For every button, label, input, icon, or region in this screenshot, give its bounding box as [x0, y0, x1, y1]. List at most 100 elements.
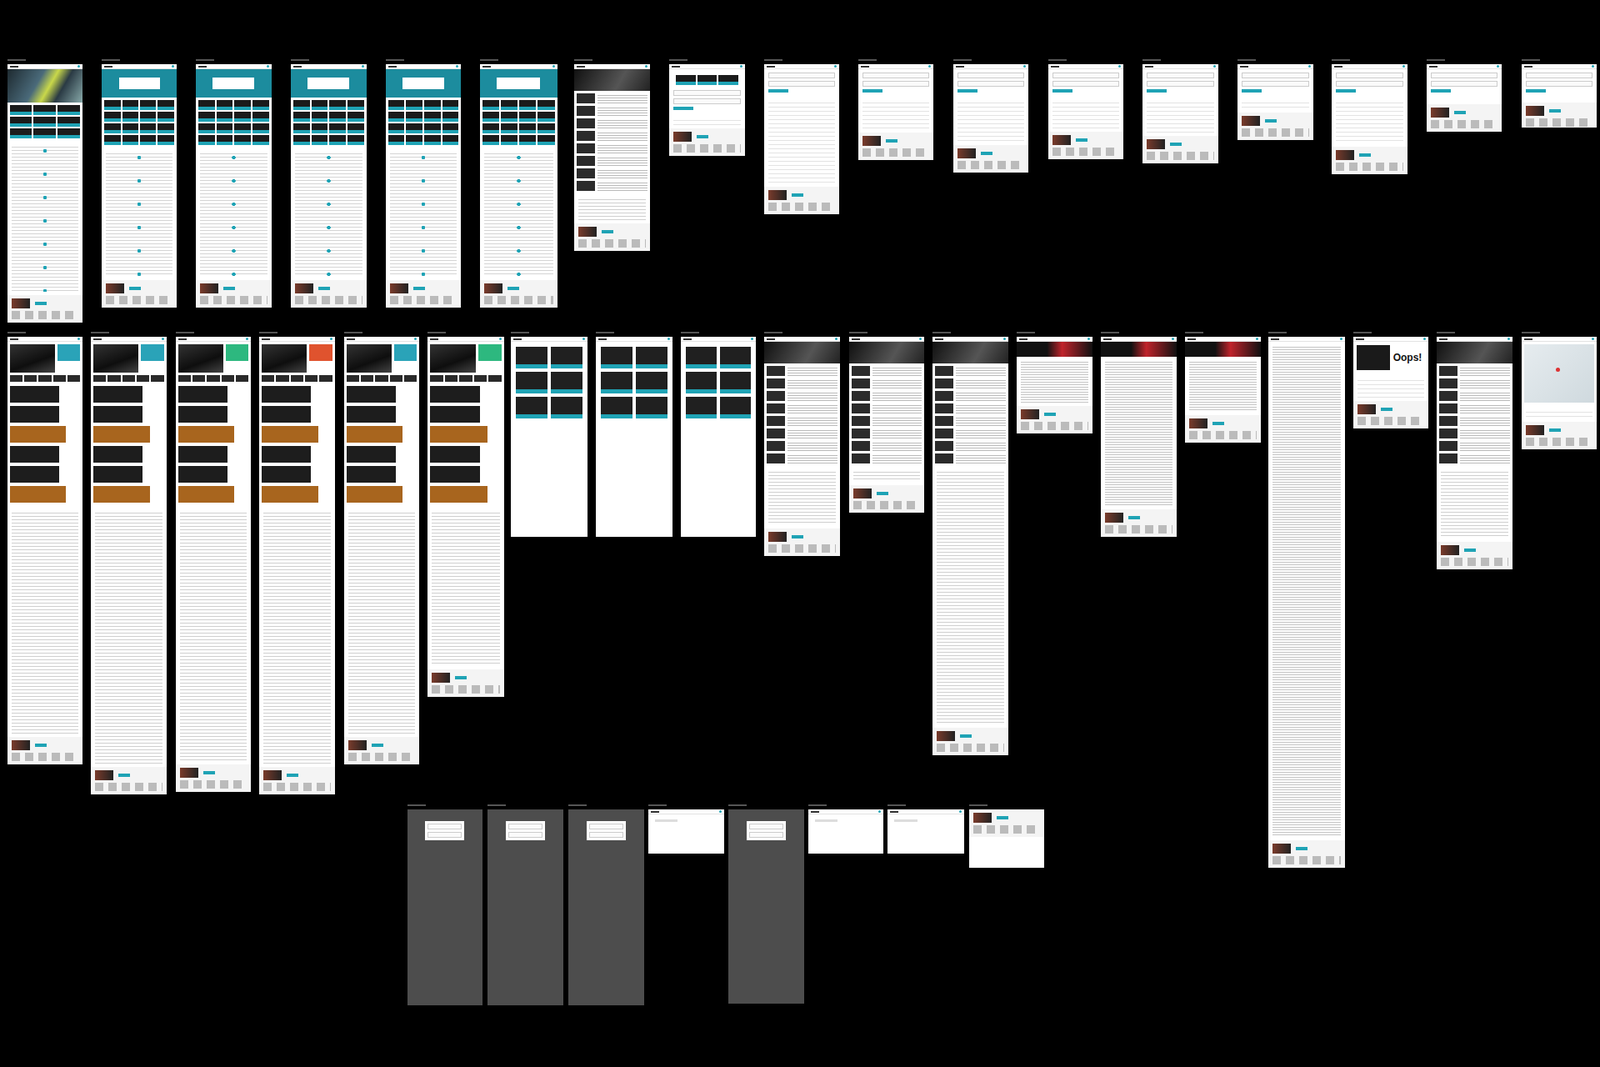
product-tile[interactable] — [10, 116, 33, 127]
footer-button[interactable] — [601, 230, 614, 234]
frame-label[interactable] — [1268, 331, 1287, 334]
article-row[interactable] — [851, 453, 923, 464]
product-tile[interactable] — [405, 123, 423, 134]
product-tile[interactable] — [104, 135, 120, 145]
thumbnail[interactable] — [53, 375, 66, 382]
article-row[interactable] — [935, 428, 1006, 439]
product-tile[interactable] — [388, 123, 405, 134]
page-frame[interactable] — [1426, 64, 1503, 132]
article-row[interactable] — [576, 168, 648, 179]
product-tile[interactable] — [519, 111, 536, 122]
product-tile[interactable] — [537, 135, 555, 145]
frame-label[interactable] — [969, 804, 988, 806]
article-row[interactable] — [576, 105, 648, 116]
article-row[interactable] — [576, 180, 648, 191]
article-row[interactable] — [851, 428, 923, 439]
product-tile[interactable] — [293, 123, 310, 134]
frame-label[interactable] — [574, 59, 593, 61]
page-frame[interactable] — [195, 64, 272, 307]
product-tile[interactable] — [388, 135, 405, 145]
footer-button[interactable] — [223, 286, 235, 290]
product-tile[interactable] — [720, 371, 751, 394]
product-tile[interactable] — [311, 135, 329, 145]
frame-label[interactable] — [1426, 59, 1445, 61]
product-tile[interactable] — [311, 100, 329, 110]
article-row[interactable] — [935, 378, 1006, 389]
page-frame[interactable] — [764, 64, 839, 215]
product-tile[interactable] — [347, 100, 365, 110]
thumbnail[interactable] — [474, 375, 488, 382]
thumbnail[interactable] — [67, 375, 80, 382]
frame-label[interactable] — [90, 331, 110, 334]
frame-label[interactable] — [7, 59, 26, 61]
frame-label[interactable] — [808, 804, 827, 806]
product-tile[interactable] — [388, 111, 405, 122]
article-row[interactable] — [935, 403, 1006, 414]
product-tile[interactable] — [234, 123, 251, 134]
article-row[interactable] — [851, 378, 923, 389]
thumbnail[interactable] — [430, 375, 444, 382]
frame-label[interactable] — [849, 331, 868, 334]
thumbnail[interactable] — [107, 375, 120, 382]
product-tile[interactable] — [329, 111, 346, 122]
product-tile[interactable] — [388, 100, 405, 110]
article-row[interactable] — [935, 415, 1006, 426]
submit-button[interactable] — [1525, 89, 1546, 93]
product-tile[interactable] — [685, 396, 717, 419]
page-frame[interactable] — [175, 336, 252, 792]
thumbnail[interactable] — [38, 375, 51, 382]
article-row[interactable] — [576, 93, 648, 104]
footer-button[interactable] — [203, 770, 215, 775]
product-tile[interactable] — [198, 135, 215, 145]
footer-button[interactable] — [1128, 515, 1140, 520]
product-tile[interactable] — [347, 123, 365, 134]
page-frame[interactable] — [574, 64, 650, 251]
footer-button[interactable] — [696, 135, 709, 139]
page-frame[interactable] — [1100, 336, 1177, 537]
page-frame[interactable] — [259, 336, 335, 795]
page-frame[interactable] — [680, 336, 757, 537]
frame-label[interactable] — [680, 331, 700, 334]
frame-label[interactable] — [1237, 59, 1256, 61]
product-tile[interactable] — [252, 123, 270, 134]
input-field[interactable] — [1430, 72, 1499, 79]
product-tile[interactable] — [140, 111, 156, 122]
footer-button[interactable] — [1464, 548, 1476, 552]
product-tile[interactable] — [198, 123, 215, 134]
product-tile[interactable] — [519, 123, 536, 134]
article-row[interactable] — [766, 440, 838, 451]
frame-label[interactable] — [764, 59, 783, 61]
product-tile[interactable] — [424, 123, 441, 134]
thumbnail[interactable] — [206, 375, 220, 382]
page-frame[interactable] — [7, 64, 84, 323]
input-field[interactable] — [768, 80, 835, 87]
input-field[interactable] — [508, 823, 543, 830]
page-frame[interactable] — [1436, 336, 1513, 570]
page-frame[interactable] — [1521, 64, 1598, 128]
thumbnail[interactable] — [459, 375, 473, 382]
submit-button[interactable] — [1241, 89, 1262, 93]
product-tile[interactable] — [515, 396, 548, 419]
frame-label[interactable] — [669, 59, 688, 61]
footer-button[interactable] — [1380, 407, 1393, 411]
product-tile[interactable] — [252, 100, 270, 110]
footer-button[interactable] — [960, 734, 972, 738]
product-tile[interactable] — [537, 123, 555, 134]
input-field[interactable] — [1241, 80, 1310, 87]
footer-button[interactable] — [455, 675, 467, 680]
frame-label[interactable] — [344, 331, 363, 334]
product-tile[interactable] — [442, 135, 460, 145]
footer-button[interactable] — [885, 139, 898, 143]
article-row[interactable] — [851, 390, 923, 401]
footer-button[interactable] — [507, 286, 520, 290]
thumbnail[interactable] — [319, 375, 332, 382]
footer-button[interactable] — [791, 193, 804, 197]
page-frame[interactable]: Oops! — [1353, 336, 1430, 429]
submit-button[interactable] — [957, 89, 978, 93]
footer-button[interactable] — [1075, 138, 1088, 142]
product-tile[interactable] — [424, 135, 441, 145]
page-frame[interactable] — [648, 809, 725, 854]
product-tile[interactable] — [216, 111, 234, 122]
footer-button[interactable] — [1359, 153, 1371, 157]
page-frame[interactable] — [858, 64, 935, 160]
